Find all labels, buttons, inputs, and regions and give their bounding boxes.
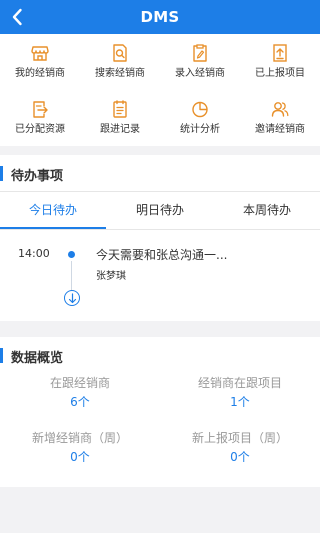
pie-chart-icon bbox=[192, 101, 208, 118]
todo-item[interactable]: 14:00 今天需要和张总沟通一... 张梦琪 bbox=[0, 237, 320, 291]
stat-label: 在跟经销商 bbox=[49, 376, 110, 390]
stat-label: 经销商在跟项目 bbox=[197, 376, 282, 390]
menu-add-dealer[interactable]: 录入经销商 bbox=[160, 34, 240, 90]
menu-label: 搜索经销商 bbox=[95, 68, 145, 79]
arrow-down-circle-icon bbox=[68, 293, 77, 304]
tab-today[interactable]: 今日待办 bbox=[0, 193, 106, 227]
todo-time: 14:00 bbox=[18, 247, 50, 260]
stat-value[interactable]: 6个 bbox=[0, 394, 160, 410]
stat-new-dealers-week: 新增经销商（周） 0个 bbox=[0, 430, 160, 465]
todo-header: 待办事项 bbox=[0, 155, 320, 191]
section-accent-bar bbox=[0, 166, 3, 181]
todo-section: 待办事项 今日待办 明日待办 本周待办 14:00 今天需要和张总沟通一... … bbox=[0, 155, 320, 321]
function-grid: 我的经销商 搜索经销商 录入经销商 已上报项目 已分配资源 跟进记录 统计分析 … bbox=[0, 34, 320, 146]
menu-label: 统计分析 bbox=[180, 124, 220, 135]
menu-follow-up-records[interactable]: 跟进记录 bbox=[80, 90, 160, 146]
stat-following-dealers: 在跟经销商 6个 bbox=[0, 375, 160, 410]
stat-value[interactable]: 1个 bbox=[160, 394, 320, 410]
store-icon bbox=[31, 46, 49, 61]
menu-allocated-resources[interactable]: 已分配资源 bbox=[0, 90, 80, 146]
menu-my-dealers[interactable]: 我的经销商 bbox=[0, 34, 80, 90]
page-title: DMS bbox=[140, 8, 180, 26]
stat-dealer-projects: 经销商在跟项目 1个 bbox=[160, 375, 320, 410]
data-overview-section: 数据概览 在跟经销商 6个 经销商在跟项目 1个 新增经销商（周） 0个 新上报… bbox=[0, 337, 320, 487]
timeline-dot bbox=[68, 251, 75, 258]
tab-this-week[interactable]: 本周待办 bbox=[214, 193, 320, 227]
menu-statistics[interactable]: 统计分析 bbox=[160, 90, 240, 146]
stat-value[interactable]: 0个 bbox=[0, 449, 160, 465]
menu-invite-dealers[interactable]: 邀请经销商 bbox=[240, 90, 320, 146]
users-icon bbox=[271, 102, 289, 117]
load-more-button[interactable] bbox=[64, 290, 80, 306]
upload-document-icon bbox=[273, 44, 287, 62]
menu-label: 已上报项目 bbox=[255, 68, 305, 79]
todo-item-title: 今天需要和张总沟通一... bbox=[96, 248, 228, 262]
search-document-icon bbox=[113, 44, 127, 62]
divider bbox=[0, 191, 320, 192]
tab-tomorrow[interactable]: 明日待办 bbox=[107, 193, 213, 227]
menu-reported-projects[interactable]: 已上报项目 bbox=[240, 34, 320, 90]
timeline-line bbox=[71, 261, 72, 291]
overview-header: 数据概览 bbox=[0, 337, 320, 373]
notes-list-icon bbox=[113, 100, 127, 118]
menu-label: 录入经销商 bbox=[175, 68, 225, 79]
divider bbox=[0, 229, 320, 230]
menu-label: 跟进记录 bbox=[100, 124, 140, 135]
stat-value[interactable]: 0个 bbox=[160, 449, 320, 465]
app-header: DMS bbox=[0, 0, 320, 34]
stat-new-projects-week: 新上报项目（周） 0个 bbox=[160, 430, 320, 465]
menu-label: 已分配资源 bbox=[15, 124, 65, 135]
menu-label: 邀请经销商 bbox=[255, 124, 305, 135]
section-accent-bar bbox=[0, 348, 3, 363]
todo-title: 待办事项 bbox=[11, 169, 64, 184]
menu-label: 我的经销商 bbox=[15, 68, 65, 79]
document-export-icon bbox=[33, 101, 48, 118]
overview-title: 数据概览 bbox=[11, 351, 64, 366]
stat-label: 新上报项目（周） bbox=[191, 431, 288, 445]
menu-search-dealers[interactable]: 搜索经销商 bbox=[80, 34, 160, 90]
stat-label: 新增经销商（周） bbox=[31, 431, 128, 445]
clipboard-edit-icon bbox=[193, 44, 207, 62]
todo-item-person: 张梦琪 bbox=[96, 271, 126, 282]
